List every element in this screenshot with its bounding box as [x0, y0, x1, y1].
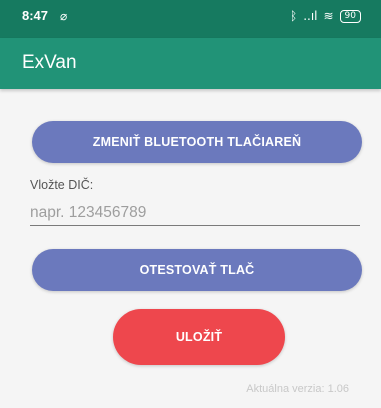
change-bluetooth-printer-button[interactable]: ZMENIŤ BLUETOOTH TLAČIAREŇ: [32, 121, 362, 163]
battery-icon: 90: [339, 9, 361, 23]
sync-off-icon: ⌀: [60, 9, 68, 23]
app-title: ExVan: [22, 52, 77, 73]
status-icons: ᛒ ..ıl ≋ 90: [290, 9, 361, 23]
status-bar: 8:47 ⌀ ᛒ ..ıl ≋ 90: [0, 0, 381, 38]
app-version: Aktuálna verzia: 1.06: [246, 383, 349, 395]
wifi-icon: ≋: [323, 9, 334, 23]
status-time: 8:47: [22, 8, 49, 23]
bluetooth-icon: ᛒ: [289, 9, 298, 23]
save-label: ULOŽIŤ: [175, 330, 223, 344]
app-bar: ExVan: [0, 38, 381, 89]
dic-input[interactable]: [30, 200, 360, 226]
test-print-button[interactable]: OTESTOVAŤ TLAČ: [32, 249, 362, 291]
change-bluetooth-printer-label: ZMENIŤ BLUETOOTH TLAČIAREŇ: [92, 135, 302, 149]
save-button[interactable]: ULOŽIŤ: [113, 309, 285, 365]
test-print-label: OTESTOVAŤ TLAČ: [139, 263, 255, 277]
dic-label: Vložte DIČ:: [30, 178, 94, 192]
signal-icon: ..ıl: [303, 9, 318, 23]
